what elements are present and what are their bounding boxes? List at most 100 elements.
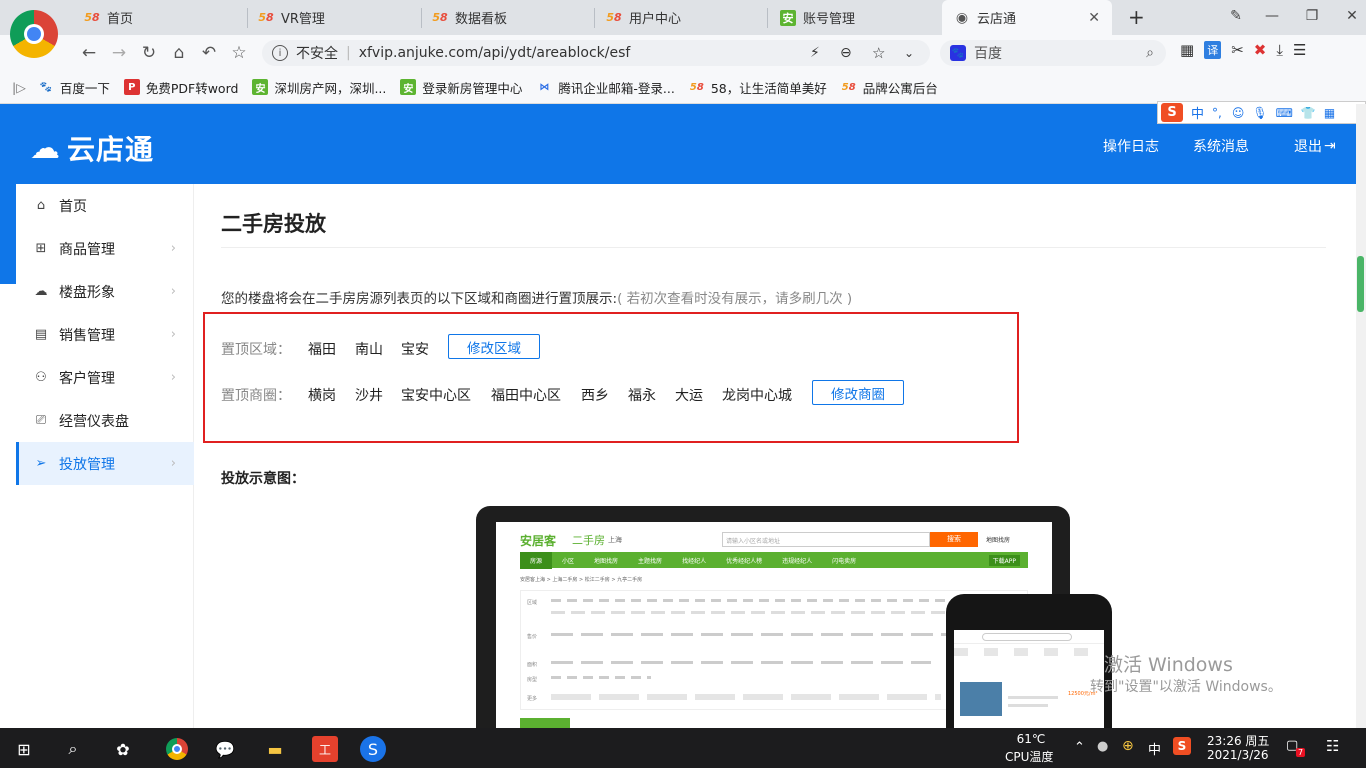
clock-time[interactable]: 23:26 周五	[1207, 732, 1269, 749]
bookmark-shenzhen[interactable]: 安 深圳房产网，深圳...	[252, 78, 386, 97]
bookmark-pdf[interactable]: P 免费PDF转word	[123, 78, 238, 97]
close-window-icon[interactable]: ✕	[1332, 8, 1366, 24]
scrollbar-thumb[interactable]	[1357, 256, 1364, 312]
bookmarks-toggle-icon[interactable]: |▷	[12, 80, 26, 95]
bookmarks-bar: |▷ 🐾 百度一下 P 免费PDF转word 安 深圳房产网，深圳... 安 登…	[0, 71, 1366, 104]
logout-link[interactable]: 退出 ⇥	[1294, 136, 1336, 156]
forward-icon[interactable]: →	[107, 41, 131, 65]
lightning-icon[interactable]: ⚡	[810, 45, 820, 61]
tab-dashboard[interactable]: 58 数据看板	[432, 0, 592, 35]
58-icon: 58	[258, 11, 274, 24]
wechat-tray-icon[interactable]: ●	[1097, 739, 1108, 754]
mockup-brand: 安居客	[520, 534, 557, 548]
ime-punct[interactable]: °,	[1212, 106, 1222, 120]
pdf-tool-icon[interactable]: ✖	[1254, 41, 1267, 59]
new-tab-button[interactable]: +	[1128, 5, 1145, 29]
modify-district-button[interactable]: 修改商圈	[812, 380, 904, 405]
tab-yundiantong[interactable]: ◉ 云店通 ✕	[942, 0, 1112, 35]
browser-logo-icon[interactable]	[10, 10, 58, 58]
cloud-logo-icon: ☁	[30, 130, 61, 166]
wechat-icon[interactable]: 💬	[212, 736, 238, 762]
mockup-filter-line	[551, 694, 941, 700]
bookmark-baidu[interactable]: 🐾 百度一下	[38, 78, 110, 97]
mic-icon[interactable]: 🎙	[1252, 106, 1267, 120]
tab-account[interactable]: 安 账号管理	[780, 0, 940, 35]
sogou-taskbar-icon[interactable]: S	[360, 736, 386, 762]
operation-log-link[interactable]: 操作日志	[1103, 136, 1159, 156]
restore-icon[interactable]: ❐	[1292, 8, 1332, 24]
qr-icon[interactable]: ▦	[1180, 41, 1194, 59]
tab-label: VR管理	[281, 12, 325, 27]
search-icon[interactable]: ⌕	[1146, 45, 1154, 61]
bookmark-58[interactable]: 58 58，让生活简单美好	[689, 78, 827, 97]
work-app-icon[interactable]: 工	[312, 736, 338, 762]
sogou-tray-icon[interactable]: S	[1173, 737, 1191, 755]
district-tag: 宝安中心区	[401, 388, 471, 404]
district-tag: 西乡	[581, 388, 609, 404]
grid-menu-icon[interactable]: ▦	[1324, 106, 1335, 120]
address-bar[interactable]: i 不安全 | xfvip.anjuke.com/api/ydt/areablo…	[262, 40, 930, 66]
favorite-star-icon[interactable]: ☆	[872, 44, 885, 62]
sidebar-item-customers[interactable]: ⚇ 客户管理 ›	[16, 356, 194, 399]
sidebar-item-building-image[interactable]: ☁ 楼盘形象 ›	[16, 270, 194, 313]
placement-summary-box	[203, 312, 1019, 443]
bookmark-newhouse[interactable]: 安 登录新房管理中心	[400, 78, 522, 97]
sidebar-item-dashboard[interactable]: ⎚ 经营仪表盘	[16, 399, 194, 442]
home-browser-icon[interactable]: ⌂	[167, 41, 191, 65]
file-explorer-icon[interactable]: ▬	[262, 736, 288, 762]
sidebar: ⌂ 首页 ⊞ 商品管理 › ☁ 楼盘形象 › ▤ 销售管理 › ⚇ 客户管理 ›…	[16, 184, 194, 728]
tab-vr[interactable]: 58 VR管理	[258, 0, 418, 35]
tab-home[interactable]: 58 首页	[84, 0, 244, 35]
close-tab-icon[interactable]: ✕	[1088, 10, 1100, 26]
ime-tray[interactable]: 中	[1148, 739, 1161, 758]
search-box[interactable]: 🐾 百度 ⌕	[940, 40, 1166, 66]
action-center-icon[interactable]: ☷	[1326, 737, 1339, 755]
modify-area-button[interactable]: 修改区域	[448, 334, 540, 359]
zoom-icon[interactable]: ⊖	[840, 45, 852, 61]
reload-icon[interactable]: ↻	[137, 41, 161, 65]
mockup-filter: 面积	[527, 662, 538, 668]
mockup-filter-line	[551, 599, 971, 602]
district-label: 置顶商圈：	[221, 388, 291, 404]
clock-date[interactable]: 2021/3/26	[1207, 748, 1269, 762]
window-controls: ✎ — ❐ ✕	[1220, 8, 1366, 24]
undo-icon[interactable]: ↶	[197, 41, 221, 65]
bookmark-apartment[interactable]: 58 品牌公寓后台	[841, 78, 938, 97]
skin-icon[interactable]: 👕	[1301, 106, 1316, 120]
info-icon[interactable]: i	[272, 45, 288, 61]
edit-icon[interactable]: ✎	[1220, 8, 1252, 24]
windows-start-icon[interactable]: ⊞	[11, 736, 37, 762]
tab-user-center[interactable]: 58 用户中心	[606, 0, 766, 35]
phone-listing-line	[1008, 696, 1058, 699]
pinwheel-icon[interactable]: ✿	[110, 736, 136, 762]
scissors-icon[interactable]: ✂	[1231, 41, 1244, 59]
sidebar-item-sales[interactable]: ▤ 销售管理 ›	[16, 313, 194, 356]
tab-divider	[594, 8, 595, 28]
plus-tray-icon[interactable]: ⊕	[1122, 738, 1134, 754]
search-icon[interactable]: ⌕	[60, 736, 86, 762]
bookmark-tencent-mail[interactable]: ⋈ 腾讯企业邮箱-登录...	[536, 78, 674, 97]
sidebar-item-home[interactable]: ⌂ 首页	[16, 184, 194, 227]
sogou-icon[interactable]: S	[1161, 103, 1183, 122]
download-icon[interactable]: ⤓	[1276, 41, 1283, 59]
url-text[interactable]: xfvip.anjuke.com/api/ydt/areablock/esf	[359, 45, 631, 61]
emoji-icon[interactable]: ☺	[1232, 106, 1245, 120]
keyboard-icon[interactable]: ⌨	[1276, 106, 1293, 120]
back-icon[interactable]: ←	[77, 41, 101, 65]
page-scrollbar[interactable]	[1356, 104, 1366, 728]
bookmark-star-icon[interactable]: ☆	[227, 41, 251, 65]
app-logo[interactable]: ☁ 云店通	[30, 128, 154, 168]
system-message-link[interactable]: 系统消息	[1193, 136, 1249, 156]
menu-icon[interactable]: ☰	[1293, 41, 1306, 59]
sidebar-item-products[interactable]: ⊞ 商品管理 ›	[16, 227, 194, 270]
sidebar-item-placement[interactable]: ➢ 投放管理 ›	[16, 442, 194, 485]
chevron-right-icon: ›	[170, 284, 176, 299]
chevron-down-icon[interactable]: ⌄	[904, 46, 914, 60]
ime-mode[interactable]: 中	[1191, 103, 1204, 122]
chrome-icon[interactable]	[164, 736, 190, 762]
translate-icon[interactable]: 译	[1204, 41, 1222, 59]
58-icon: 58	[606, 11, 622, 24]
mockup-map-link: 地图找房	[986, 537, 1011, 544]
minimize-icon[interactable]: —	[1252, 8, 1292, 24]
tray-chevron-icon[interactable]: ⌃	[1074, 740, 1085, 755]
